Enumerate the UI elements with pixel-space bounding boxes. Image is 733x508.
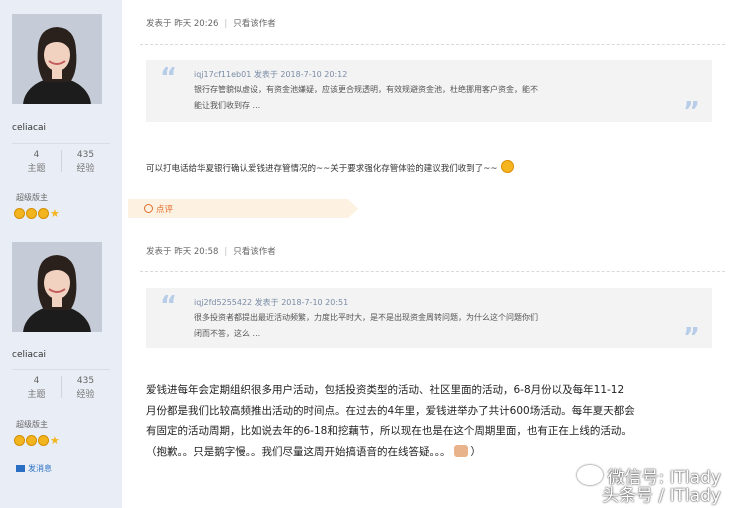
exp-label: 经验 (76, 164, 95, 174)
comment-label-wrap: 点评 (144, 203, 173, 215)
post-meta: 发表于 昨天 20:58 | 只看该作者 (146, 245, 276, 257)
topics-stat[interactable]: 4 主题 (12, 374, 61, 402)
star-badge-icon: ★ (50, 207, 60, 220)
user-rank[interactable]: 超级版主 (16, 192, 48, 203)
user-stats: 4 主题 435 经验 (12, 369, 110, 404)
exp-label: 经验 (76, 390, 95, 400)
user-rank[interactable]: 超级版主 (16, 419, 48, 430)
quote-header[interactable]: iqj2fd5255422 发表于 2018-7-10 20:51 (194, 297, 348, 308)
meta-separator: | (224, 247, 228, 257)
exp-count: 435 (76, 150, 95, 160)
watermark-text: 微信号: ITlady (607, 468, 721, 488)
watermark-line: 微信号: ITlady (577, 465, 721, 487)
meta-separator: | (224, 19, 228, 29)
post-body: 可以打电话给华夏银行确认爱钱进存管情况的~~关于要求强化存管体验的建议我们收到了… (146, 160, 514, 174)
post-text: 可以打电话给华夏银行确认爱钱进存管情况的~~关于要求强化存管体验的建议我们收到了… (146, 164, 498, 174)
watermark: 微信号: ITlady 头条号 / ITlady (577, 465, 721, 505)
open-quote-icon: “ (160, 63, 178, 93)
watermark-text: 头条号 / ITlady (602, 486, 721, 506)
topics-label: 主题 (27, 164, 46, 174)
sun-badge-icon (14, 435, 25, 446)
quote-line: 能让我们收到存 ... (194, 101, 261, 110)
open-quote-icon: “ (160, 291, 178, 321)
comment-label: 点评 (156, 205, 174, 215)
strong-arm-emoji-icon (453, 444, 468, 457)
sun-badge-icon (26, 208, 37, 219)
smile-emoji-icon (500, 160, 514, 173)
comment-icon (144, 204, 153, 213)
moon-badge-icon (38, 435, 49, 446)
send-message-label: 发消息 (28, 464, 52, 473)
post-divider (140, 271, 725, 272)
exp-count: 435 (76, 376, 95, 386)
post-line: 月份都是我们比较高频推出活动的时间点。在过去的4年里，爱钱进举办了共计600场活… (146, 404, 635, 417)
wechat-icon (577, 465, 604, 485)
topics-count: 4 (33, 150, 40, 160)
exp-stat[interactable]: 435 经验 (61, 374, 110, 402)
send-message-link[interactable]: 发消息 (16, 463, 52, 474)
post-line-with-emoji: （抱歉。。只是鹅字慢。。我们尽量这周开始搞语音的在线答疑。。。 ） (146, 442, 716, 463)
quote-line: 银行存管貌似虚设，有资金池嫌疑，应该更合规透明，有效规避资金池，杜绝挪用客户资金… (194, 85, 538, 94)
envelope-icon (16, 465, 25, 472)
sun-badge-icon (26, 435, 37, 446)
close-quote-icon: ” (682, 323, 700, 353)
exp-stat[interactable]: 435 经验 (61, 148, 110, 176)
post-line: 爱钱进每年会定期组织很多用户活动，包括投资类型的活动、社区里面的活动，6-8月份… (146, 384, 625, 396)
only-author-link[interactable]: 只看该作者 (233, 247, 276, 257)
username[interactable]: celiacai (12, 350, 46, 360)
comment-button[interactable]: 点评 (128, 199, 358, 218)
topics-count: 4 (33, 376, 40, 386)
close-quote-icon: ” (682, 97, 700, 127)
quote-block: “ iqj2fd5255422 发表于 2018-7-10 20:51 很多投资… (146, 288, 712, 353)
post-line: 有固定的活动周期，比如说去年的6-18和挖藕节，所以现在也是在这个周期里面，也有… (146, 425, 632, 437)
quote-line: 很多投资者都提出最近活动频繁，力度比平时大，是不是出现资金周转问题，为什么这个问… (194, 313, 538, 322)
topics-stat[interactable]: 4 主题 (12, 148, 61, 176)
post-divider (140, 44, 725, 45)
only-author-link[interactable]: 只看该作者 (233, 19, 276, 29)
quote-text: 银行存管貌似虚设，有资金池嫌疑，应该更合规透明，有效规避资金池，杜绝挪用客户资金… (194, 82, 538, 114)
post-meta: 发表于 昨天 20:26 | 只看该作者 (146, 17, 276, 29)
post-line: ） (470, 445, 482, 458)
topics-label: 主题 (27, 390, 46, 400)
avatar[interactable] (12, 242, 102, 332)
username[interactable]: celiacai (12, 123, 46, 133)
user-stats: 4 主题 435 经验 (12, 143, 110, 178)
post-time: 发表于 昨天 20:58 (146, 247, 219, 257)
post-time: 发表于 昨天 20:26 (146, 19, 219, 29)
star-badge-icon: ★ (50, 434, 60, 447)
post-line: （抱歉。。只是鹅字慢。。我们尽量这周开始搞语音的在线答疑。。。 (146, 445, 451, 458)
avatar[interactable] (12, 14, 102, 104)
quote-header[interactable]: iqj17cf11eb01 发表于 2018-7-10 20:12 (194, 69, 347, 80)
quote-block: “ iqj17cf11eb01 发表于 2018-7-10 20:12 银行存管… (146, 60, 712, 127)
quote-text: 很多投资者都提出最近活动频繁，力度比平时大，是不是出现资金周转问题，为什么这个问… (194, 310, 538, 342)
rank-badges: ★ (14, 208, 61, 219)
moon-badge-icon (38, 208, 49, 219)
post-body: 爱钱进每年会定期组织很多用户活动，包括投资类型的活动、社区里面的活动，6-8月份… (146, 380, 716, 462)
rank-badges: ★ (14, 435, 61, 446)
quote-line: 闭而不答，这么 ... (194, 329, 261, 338)
sun-badge-icon (14, 208, 25, 219)
